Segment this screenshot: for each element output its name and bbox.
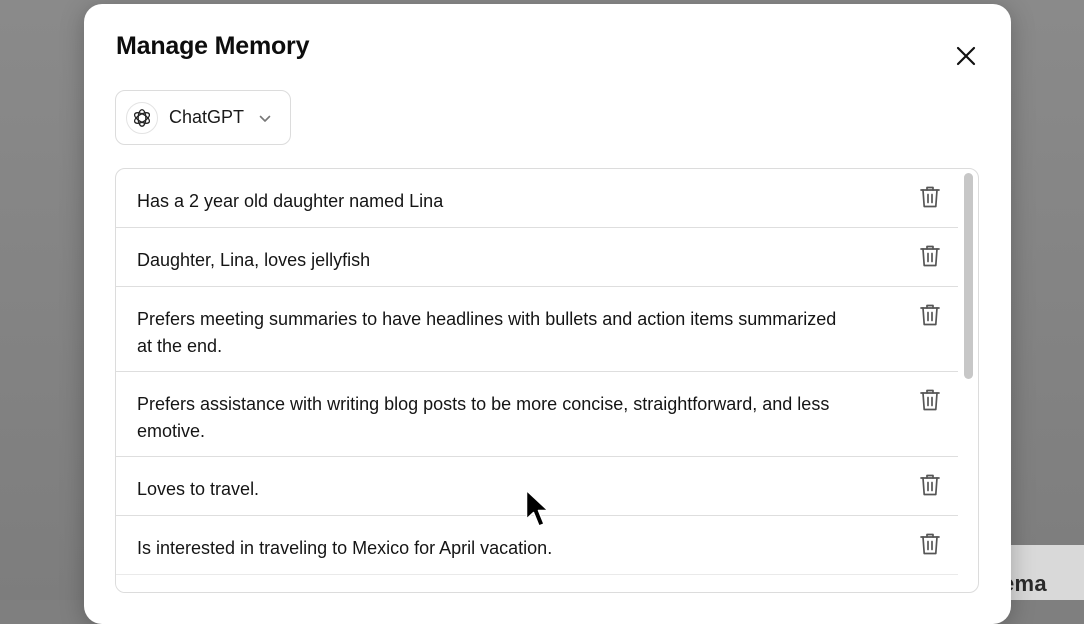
model-selector-label: ChatGPT [169,107,245,127]
trash-icon [920,474,940,496]
memory-list[interactable]: Has a 2 year old daughter named Lina Dau… [115,168,979,593]
memory-text: Is interested in traveling to Mexico for… [137,538,553,558]
memory-text: Prefers assistance with writing blog pos… [137,394,830,441]
delete-memory-button[interactable] [919,303,941,327]
scrollbar[interactable] [964,173,974,588]
delete-memory-button[interactable] [919,244,941,268]
dialog-title: Manage Memory [116,32,310,60]
chatgpt-logo-icon [126,101,158,134]
memory-item: Prefers meeting summaries to have headli… [116,287,958,372]
memory-text: Has a 2 year old daughter named Lina [137,191,444,211]
memory-text: Prefers meeting summaries to have headli… [137,309,837,356]
close-button[interactable] [950,40,982,72]
trash-icon [920,533,940,555]
trash-icon [920,304,940,326]
delete-memory-button[interactable] [919,388,941,412]
close-icon [956,46,976,66]
chevron-down-icon [259,115,271,122]
background-element: ema [1000,545,1084,600]
scrollbar-thumb[interactable] [964,173,973,379]
trash-icon [920,186,940,208]
manage-memory-dialog: Manage Memory ChatGPT Has a 2 year old d… [84,4,1011,624]
memory-item: Daughter, Lina, loves jellyfish [116,228,958,287]
model-selector[interactable]: ChatGPT [115,90,291,145]
memory-item: Has a 2 year old daughter named Lina [116,169,958,228]
memory-item: Prefers assistance with writing blog pos… [116,372,958,457]
trash-icon [920,389,940,411]
delete-memory-button[interactable] [919,532,941,556]
memory-text: Loves to travel. [137,479,260,499]
delete-memory-button[interactable] [919,185,941,209]
delete-memory-button[interactable] [919,473,941,497]
memory-text: Daughter, Lina, loves jellyfish [137,250,371,270]
trash-icon [920,245,940,267]
mouse-cursor-icon [525,489,549,527]
